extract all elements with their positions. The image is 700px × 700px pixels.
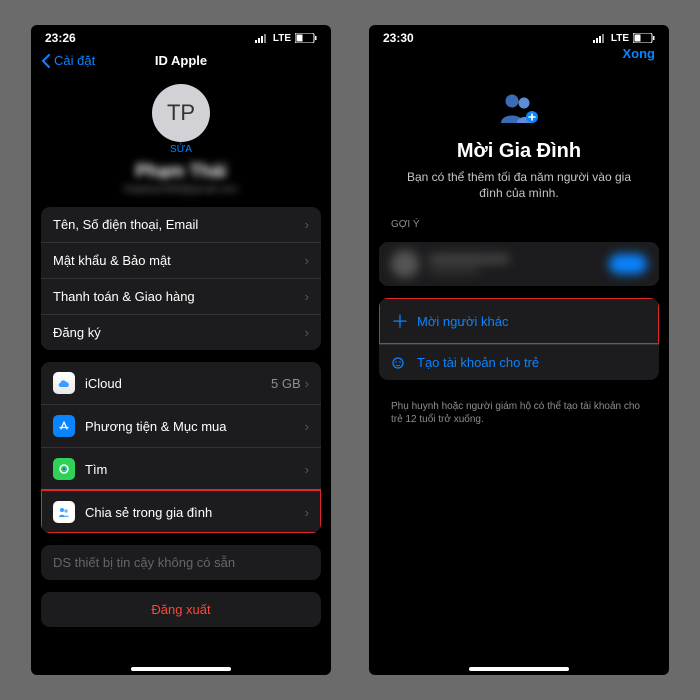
group-services: iCloud 5 GB › Phương tiện & Mục mua › Tì… (41, 362, 321, 533)
chevron-right-icon: › (305, 462, 309, 477)
group-actions: ＋ Mời người khác Tạo tài khoản cho trẻ (379, 298, 659, 380)
profile-name: Phạm Thái (41, 161, 321, 182)
group-account: Tên, Số điện thoại, Email › Mật khẩu & B… (41, 207, 321, 350)
family-icon (53, 501, 75, 523)
content-area: Mời Gia Đình Bạn có thể thêm tối đa năm … (369, 63, 669, 663)
home-indicator[interactable] (131, 667, 231, 671)
family-add-icon (497, 91, 541, 127)
screen-invite-family: 23:30 LTE Xong Mời Gia Đình Bạn có thể (369, 25, 669, 675)
icloud-storage: 5 GB (271, 376, 301, 391)
child-account-icon (391, 356, 409, 370)
back-button[interactable]: Cài đặt (41, 53, 95, 68)
back-label: Cài đặt (54, 53, 95, 68)
content-area: TP SỬA Phạm Thái thaiphạm999@gmail.com T… (31, 78, 331, 663)
footer-note: Phụ huynh hoặc người giám hộ có thể tạo … (379, 392, 659, 434)
suggestion-row[interactable] (379, 242, 659, 286)
group-suggestions (379, 242, 659, 286)
chevron-right-icon: › (305, 289, 309, 304)
status-time: 23:26 (45, 31, 76, 45)
findmy-icon (53, 458, 75, 480)
suggestions-header: GỢI Ý (391, 219, 659, 230)
avatar[interactable]: TP (152, 84, 210, 142)
hero-subtitle: Bạn có thể thêm tối đa năm người vào gia… (389, 169, 649, 201)
invite-suggestion-button[interactable] (609, 254, 647, 274)
screen-apple-id: 23:26 LTE Cài đặt ID Apple TP SỬA Phạm T… (31, 25, 331, 675)
appstore-icon (53, 415, 75, 437)
status-bar: 23:26 LTE (31, 25, 331, 47)
chevron-right-icon: › (305, 253, 309, 268)
row-payment-shipping[interactable]: Thanh toán & Giao hàng › (41, 278, 321, 314)
edit-avatar[interactable]: SỬA (41, 144, 321, 155)
signal-icon (593, 33, 607, 43)
chevron-right-icon: › (305, 376, 309, 391)
status-time: 23:30 (383, 31, 414, 45)
battery-icon (295, 33, 317, 43)
sign-out-button[interactable]: Đăng xuất (41, 592, 321, 627)
row-media-purchases[interactable]: Phương tiện & Mục mua › (41, 404, 321, 447)
page-title: ID Apple (155, 53, 207, 68)
suggestion-avatar (391, 250, 419, 278)
trusted-devices: DS thiết bị tin cậy không có sẵn (41, 545, 321, 580)
hero-title: Mời Gia Đình (389, 140, 649, 163)
invite-others-button[interactable]: ＋ Mời người khác (379, 298, 659, 344)
row-name-phone-email[interactable]: Tên, Số điện thoại, Email › (41, 207, 321, 242)
carrier-label: LTE (611, 33, 629, 44)
profile-block: TP SỬA Phạm Thái thaiphạm999@gmail.com (41, 84, 321, 195)
status-indicators: LTE (255, 33, 317, 44)
hero: Mời Gia Đình Bạn có thể thêm tối đa năm … (389, 91, 649, 201)
signal-icon (255, 33, 269, 43)
row-subscriptions[interactable]: Đăng ký › (41, 314, 321, 350)
carrier-label: LTE (273, 33, 291, 44)
chevron-right-icon: › (305, 217, 309, 232)
nav-bar: Xong (369, 47, 669, 63)
battery-icon (633, 33, 655, 43)
row-family-sharing[interactable]: Chia sẻ trong gia đình › (41, 490, 321, 533)
row-icloud[interactable]: iCloud 5 GB › (41, 362, 321, 404)
row-find-my[interactable]: Tìm › (41, 447, 321, 490)
chevron-right-icon: › (305, 419, 309, 434)
home-indicator[interactable] (469, 667, 569, 671)
icloud-icon (53, 372, 75, 394)
create-child-account-button[interactable]: Tạo tài khoản cho trẻ (379, 344, 659, 380)
plus-icon: ＋ (391, 308, 409, 334)
chevron-left-icon (41, 54, 51, 68)
chevron-right-icon: › (305, 325, 309, 340)
chevron-right-icon: › (305, 505, 309, 520)
status-bar: 23:30 LTE (369, 25, 669, 47)
row-password-security[interactable]: Mật khẩu & Bảo mật › (41, 242, 321, 278)
done-button[interactable]: Xong (623, 46, 656, 61)
profile-email: thaiphạm999@gmail.com (41, 184, 321, 195)
status-indicators: LTE (593, 33, 655, 44)
nav-bar: Cài đặt ID Apple (31, 47, 331, 78)
